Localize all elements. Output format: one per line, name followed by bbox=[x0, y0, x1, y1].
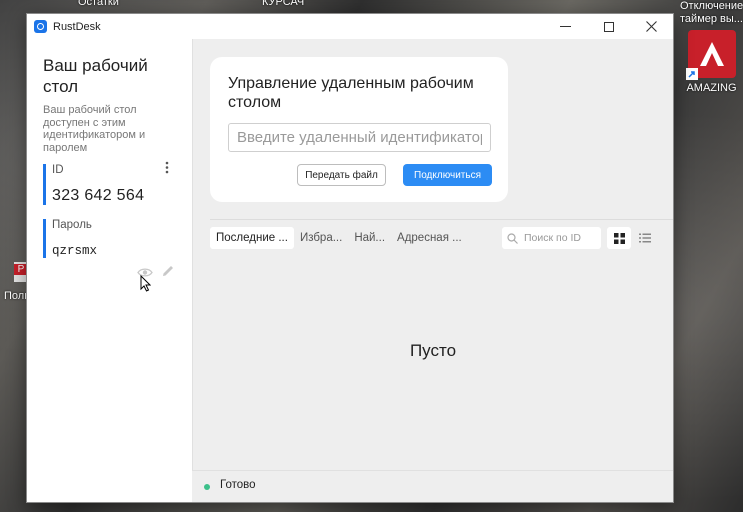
tab-recent[interactable]: Последние ... bbox=[210, 227, 294, 249]
peer-tabs: Последние ... Избра... Най... Адресная .… bbox=[210, 227, 468, 249]
desktop-icon-label[interactable]: Остатки bbox=[78, 0, 119, 8]
main-panel: Управление удаленным рабочим столом Пере… bbox=[192, 39, 673, 502]
tab-address-book[interactable]: Адресная ... bbox=[391, 227, 468, 249]
connect-button[interactable]: Подключиться bbox=[403, 164, 492, 186]
id-value[interactable]: 323 642 564 bbox=[52, 187, 144, 205]
rustdesk-window: RustDesk Ваш рабочий стол Ваш рабочий ст… bbox=[27, 14, 673, 502]
sidebar-title: Ваш рабочий стол bbox=[43, 56, 148, 96]
search-box[interactable] bbox=[502, 227, 601, 249]
id-block: ID 323 642 564 bbox=[43, 164, 144, 205]
empty-state-text: Пусто bbox=[409, 341, 457, 360]
title-bar[interactable]: RustDesk bbox=[27, 14, 673, 39]
sidebar-description: Ваш рабочий стол доступен с этим идентиф… bbox=[43, 104, 146, 154]
desktop-icon-label: Отключение таймер вы... bbox=[680, 0, 743, 25]
password-label: Пароль bbox=[52, 219, 92, 231]
remote-id-input[interactable] bbox=[228, 123, 491, 152]
connect-card: Управление удаленным рабочим столом Пере… bbox=[210, 57, 508, 202]
tab-discovered[interactable]: Най... bbox=[348, 227, 391, 249]
search-icon bbox=[507, 232, 518, 244]
mouse-cursor-icon bbox=[140, 274, 152, 297]
transfer-file-button[interactable]: Передать файл bbox=[297, 164, 386, 186]
rustdesk-logo-icon bbox=[34, 20, 47, 33]
desktop-icon-label: AMAZING bbox=[686, 82, 737, 94]
more-options-icon[interactable] bbox=[165, 161, 169, 176]
maximize-button[interactable] bbox=[587, 14, 630, 39]
amazing-app-icon bbox=[685, 30, 736, 80]
pencil-icon[interactable] bbox=[161, 264, 175, 283]
search-input[interactable] bbox=[522, 231, 600, 245]
window-title: RustDesk bbox=[53, 20, 101, 33]
window-controls bbox=[544, 14, 673, 39]
desktop-icon-fragment[interactable]: P bbox=[14, 262, 28, 282]
list-view-icon bbox=[639, 233, 651, 243]
grid-view-button[interactable] bbox=[607, 227, 631, 249]
status-text: Готово bbox=[220, 479, 256, 491]
maximize-icon bbox=[603, 21, 614, 32]
minimize-icon bbox=[560, 26, 571, 27]
status-indicator bbox=[204, 484, 210, 490]
connect-title: Управление удаленным рабочим столом bbox=[228, 75, 474, 111]
desktop-icon-label[interactable]: КУРСАЧ bbox=[262, 0, 304, 8]
list-view-button[interactable] bbox=[634, 227, 656, 249]
grid-view-icon bbox=[613, 232, 625, 244]
minimize-button[interactable] bbox=[544, 14, 587, 39]
password-block: Пароль qzrsmx bbox=[43, 219, 97, 258]
status-bar: Готово bbox=[192, 470, 673, 502]
desktop-icon-amazing[interactable]: Отключение таймер вы... AMAZING bbox=[680, 0, 743, 95]
close-icon bbox=[646, 21, 657, 32]
sidebar: Ваш рабочий стол Ваш рабочий стол доступ… bbox=[27, 39, 192, 502]
tab-favorites[interactable]: Избра... bbox=[294, 227, 348, 249]
close-button[interactable] bbox=[630, 14, 673, 39]
id-label: ID bbox=[52, 164, 64, 176]
password-value[interactable]: qzrsmx bbox=[52, 244, 97, 258]
divider bbox=[210, 219, 673, 220]
